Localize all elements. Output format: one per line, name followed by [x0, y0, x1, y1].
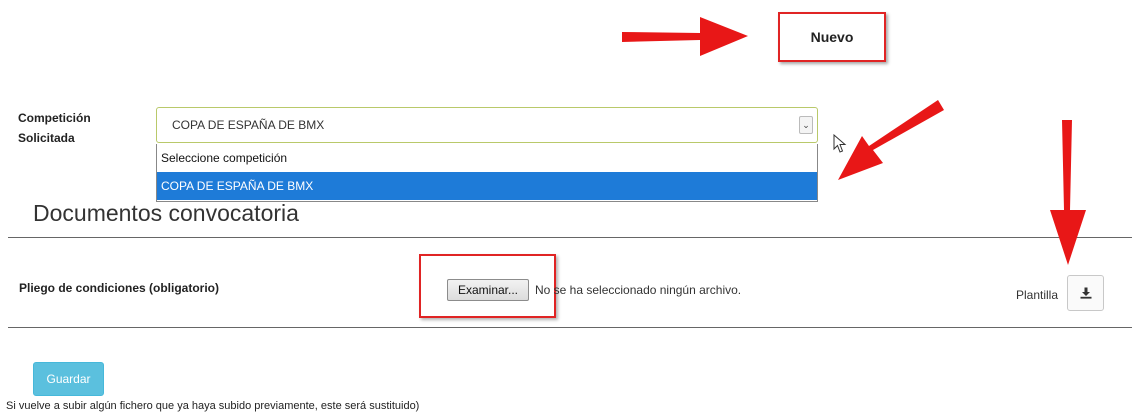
arrow-down-left-icon [838, 100, 944, 180]
competition-select[interactable]: COPA DE ESPAÑA DE BMX ⌄ [156, 107, 818, 143]
pliego-label: Pliego de condiciones (obligatorio) [19, 281, 220, 295]
competition-dropdown-list: Seleccione competición COPA DE ESPAÑA DE… [156, 144, 818, 202]
dropdown-option-placeholder[interactable]: Seleccione competición [157, 144, 817, 172]
chevron-down-icon[interactable]: ⌄ [799, 116, 813, 134]
arrow-down-icon [1050, 120, 1086, 265]
template-label: Plantilla [1016, 288, 1059, 302]
competition-select-value: COPA DE ESPAÑA DE BMX [172, 118, 325, 132]
section-title: Documentos convocatoria [33, 200, 299, 226]
save-button[interactable]: Guardar [33, 362, 104, 396]
download-template-button[interactable] [1067, 275, 1104, 311]
divider [8, 237, 1132, 238]
mouse-cursor-icon [833, 134, 847, 153]
browse-file-button[interactable]: Examinar... [447, 279, 529, 301]
file-status-text: No se ha seleccionado ningún archivo. [535, 283, 742, 297]
competition-label-line1: Competición [18, 111, 91, 125]
divider [8, 327, 1132, 328]
footer-note: Si vuelve a subir algún fichero que ya h… [6, 400, 420, 412]
arrow-right-icon [622, 17, 748, 56]
download-icon [1080, 287, 1091, 299]
competition-label: Competición Solicitada [18, 108, 138, 148]
competition-label-line2: Solicitada [18, 131, 75, 145]
nuevo-label: Nuevo [778, 12, 886, 62]
dropdown-option-copa-bmx[interactable]: COPA DE ESPAÑA DE BMX [157, 172, 817, 200]
